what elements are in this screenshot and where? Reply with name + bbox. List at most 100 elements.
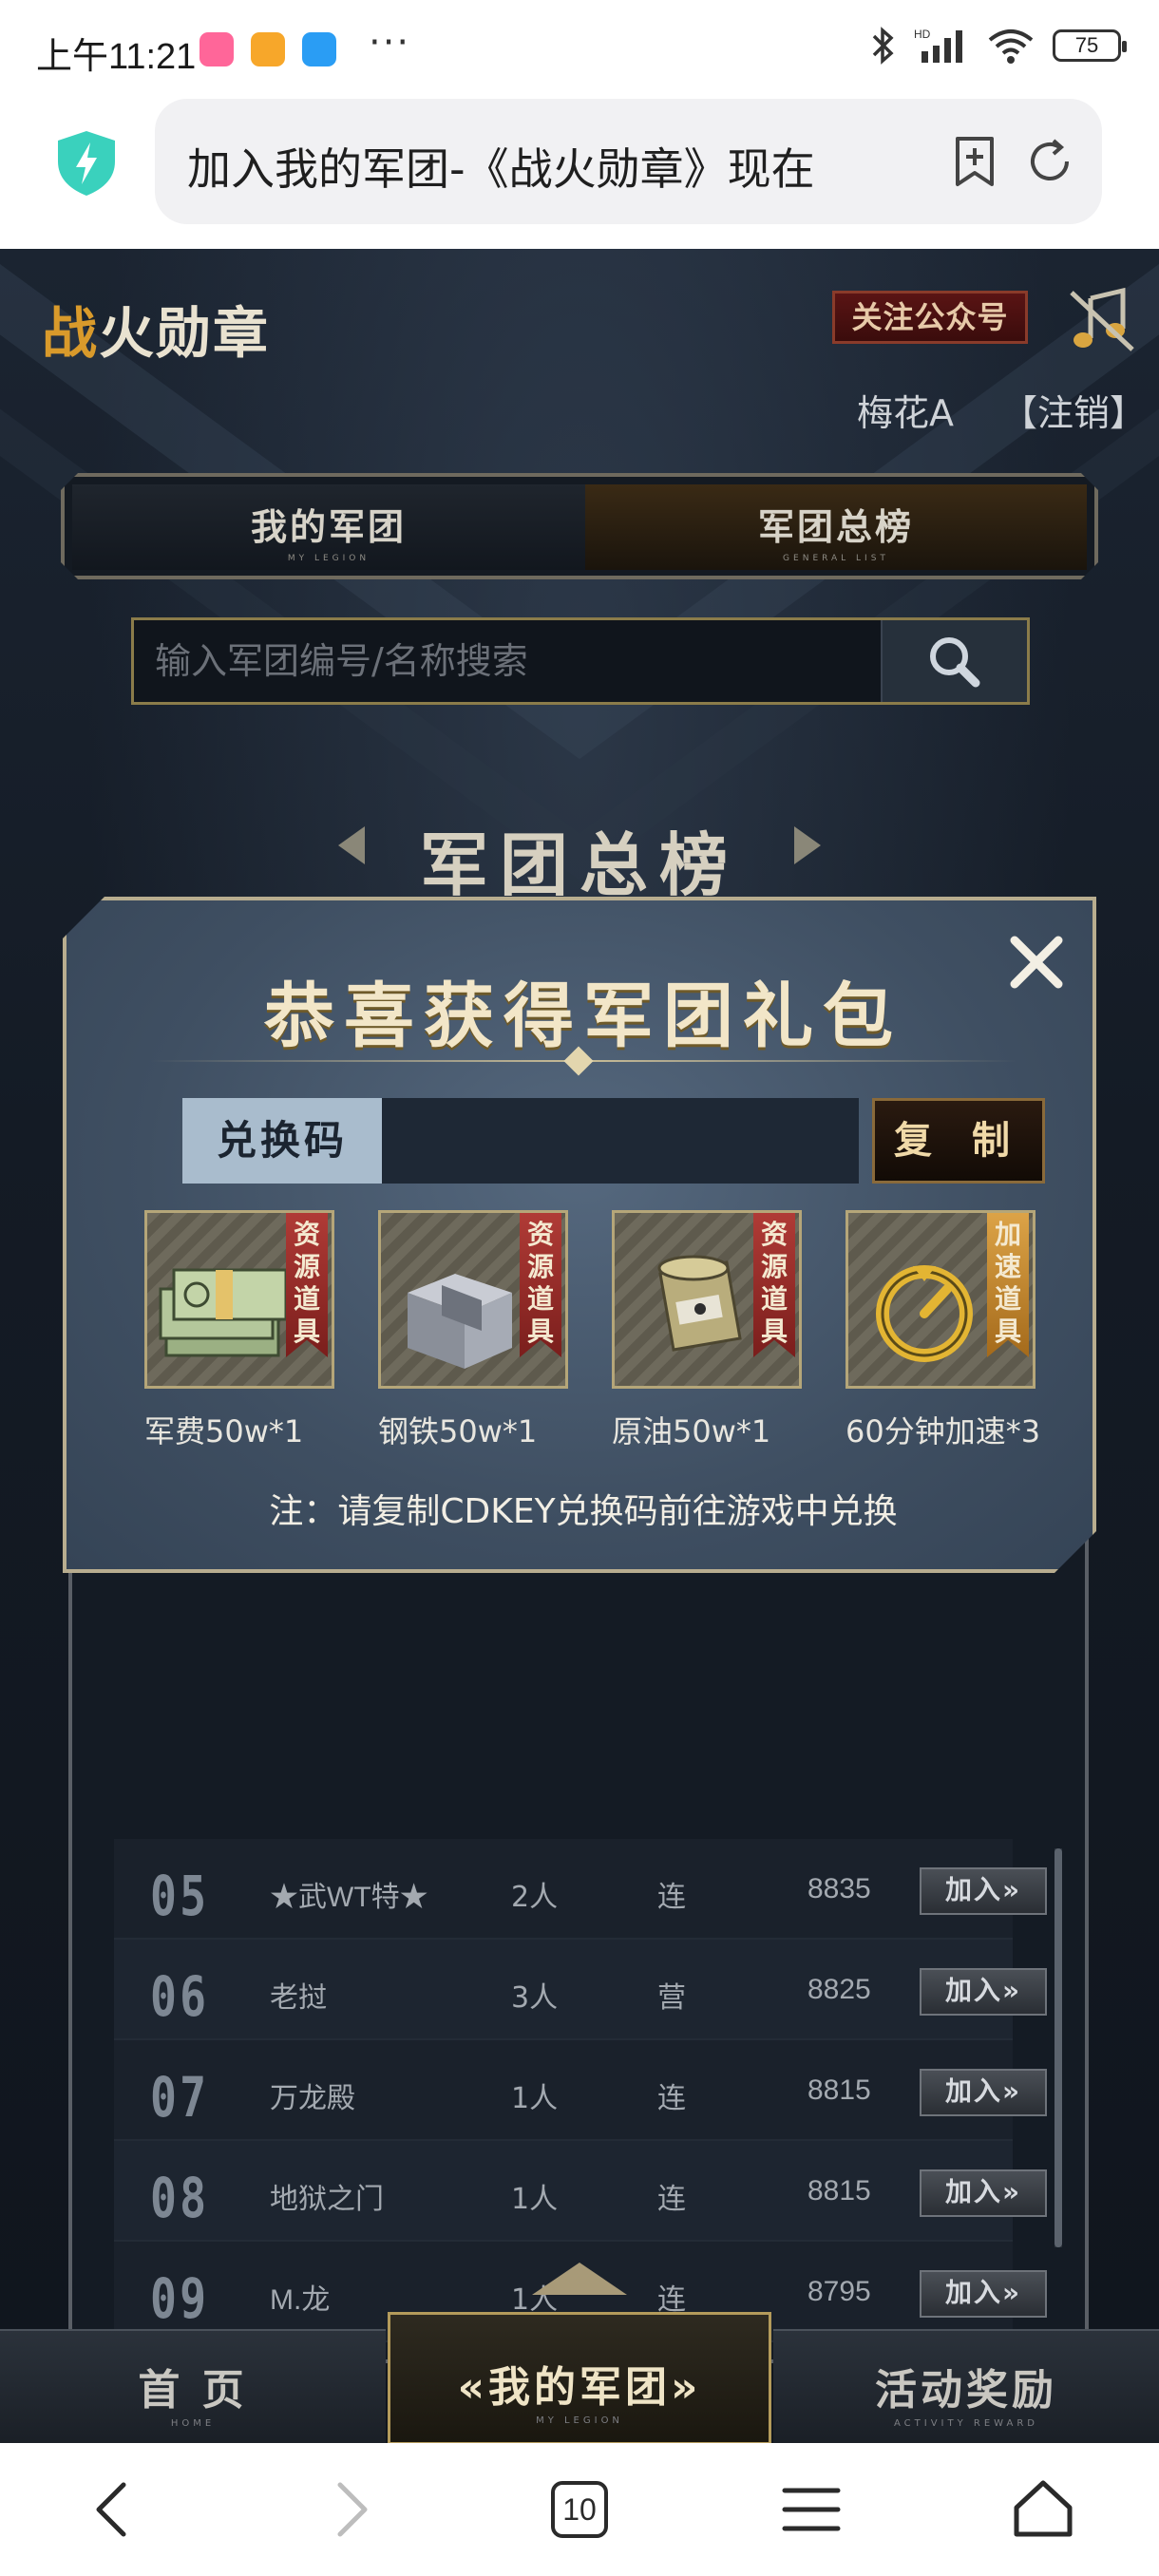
browser-address-bar: 加入我的军团-《战火勋章》现在 xyxy=(0,95,1159,249)
logout-link[interactable]: 【注销】 xyxy=(1001,384,1146,436)
nav-activity-reward-label: 活动奖励 xyxy=(875,2366,1057,2415)
reward-item-card: 加速道具 xyxy=(846,1210,1036,1389)
nav-my-legion-label: «我的军团» xyxy=(457,2363,702,2412)
notes-app-icon xyxy=(251,32,285,66)
logo-rest: 火勋章 xyxy=(99,301,271,366)
nav-home-sub: HOME xyxy=(170,2418,216,2429)
rank-number: 09 xyxy=(150,2266,210,2331)
legion-name: ★武WT特★ xyxy=(270,1882,428,1913)
menu-icon[interactable] xyxy=(773,2472,849,2548)
back-icon[interactable] xyxy=(76,2472,152,2548)
legion-tabs: 我的军团 MY LEGION 军团总榜 GENERAL LIST xyxy=(61,473,1098,579)
legion-score: 8795 xyxy=(808,2276,871,2307)
reward-items: 资源道具 军费50w*1 资源道具 钢铁50w*1 资源道具 原油50w*1 加… xyxy=(144,1210,1056,1457)
search-button[interactable] xyxy=(881,620,1027,702)
legion-search-input[interactable] xyxy=(134,620,881,702)
rank-number: 05 xyxy=(150,1864,210,1928)
svg-text:HD: HD xyxy=(914,28,931,41)
member-count: 1人 xyxy=(511,2082,559,2115)
forward-icon[interactable] xyxy=(312,2472,388,2548)
rank-number: 07 xyxy=(150,2065,210,2130)
reward-item: 资源道具 原油50w*1 xyxy=(612,1210,802,1451)
table-scrollbar[interactable] xyxy=(1054,1848,1062,2247)
nav-my-legion[interactable]: «我的军团» MY LEGION xyxy=(388,2312,771,2443)
follow-official-account-button[interactable]: 关注公众号 xyxy=(832,291,1028,344)
nav-activity-reward[interactable]: 活动奖励 ACTIVITY REWARD xyxy=(773,2329,1159,2443)
speedup-clock-icon xyxy=(856,1236,998,1378)
tab-my-legion-sub: MY LEGION xyxy=(287,554,370,563)
reward-item-card: 资源道具 xyxy=(378,1210,568,1389)
item-tag: 资源道具 xyxy=(753,1213,795,1357)
table-row: 08 地狱之门 1人 连 8815 加入» xyxy=(114,2141,1047,2242)
nav-my-legion-sub: MY LEGION xyxy=(536,2415,623,2426)
steel-block-icon xyxy=(389,1236,531,1378)
reward-item-name: 军费50w*1 xyxy=(144,1413,304,1449)
redeem-code-label: 兑换码 xyxy=(182,1098,382,1184)
section-title: 军团总榜 xyxy=(419,825,739,905)
bilibili-app-icon xyxy=(200,32,234,66)
section-right-arrow xyxy=(794,826,821,864)
tab-count: 10 xyxy=(551,2481,608,2538)
table-scrollbar-thumb[interactable] xyxy=(1054,1848,1062,2247)
battery-indicator: 75 xyxy=(1053,29,1127,62)
join-button[interactable]: 加入» xyxy=(920,1968,1047,2016)
ranking-table: 05 ★武WT特★ 2人 连 8835 加入» 06 老挝 3人 营 8825 … xyxy=(68,1531,1089,2363)
reward-item-card: 资源道具 xyxy=(144,1210,334,1389)
nav-activity-reward-sub: ACTIVITY REWARD xyxy=(894,2418,1038,2429)
legion-score: 8835 xyxy=(808,1873,871,1904)
add-bookmark-icon[interactable] xyxy=(946,133,1003,190)
gift-pack-modal: 恭喜获得军团礼包 兑换码 复 制 资源道具 军费50w*1 资源道具 钢铁50w… xyxy=(63,897,1096,1573)
more-notifications-icon: ··· xyxy=(369,21,411,65)
status-time: 上午11:21 xyxy=(36,37,197,77)
legion-name: M.龙 xyxy=(270,2284,331,2316)
music-muted-icon[interactable] xyxy=(1066,285,1138,355)
page-title[interactable]: 加入我的军团-《战火勋章》现在 xyxy=(187,135,909,192)
money-stack-icon xyxy=(155,1236,297,1378)
browser-toolbar: 10 xyxy=(0,2443,1159,2576)
signal-icon: HD xyxy=(914,28,962,63)
redeem-code-field[interactable] xyxy=(382,1098,859,1184)
join-button[interactable]: 加入» xyxy=(920,2270,1047,2318)
tab-general-list[interactable]: 军团总榜 GENERAL LIST xyxy=(585,484,1087,570)
join-button[interactable]: 加入» xyxy=(920,1867,1047,1915)
reward-item-name: 原油50w*1 xyxy=(612,1413,771,1449)
nav-home-label: 首 页 xyxy=(138,2366,248,2415)
url-field[interactable]: 加入我的军团-《战火勋章》现在 xyxy=(155,99,1102,224)
nav-home[interactable]: 首 页 HOME xyxy=(0,2329,386,2443)
legion-name: 地狱之门 xyxy=(270,2184,384,2215)
copy-button[interactable]: 复 制 xyxy=(872,1098,1045,1184)
tab-my-legion-label: 我的军团 xyxy=(250,506,407,548)
status-bar: 上午11:21 ··· HD 75 xyxy=(0,0,1159,95)
legion-score: 8815 xyxy=(808,2175,871,2207)
join-button[interactable]: 加入» xyxy=(920,2169,1047,2217)
tab-my-legion[interactable]: 我的军团 MY LEGION xyxy=(72,484,585,570)
reward-item-name: 60分钟加速*3 xyxy=(846,1413,1041,1449)
rank-number: 08 xyxy=(150,2166,210,2230)
table-row: 07 万龙殿 1人 连 8815 加入» xyxy=(114,2040,1047,2141)
join-button[interactable]: 加入» xyxy=(920,2069,1047,2116)
logo-first-char: 战 xyxy=(42,301,100,366)
tabs-button[interactable]: 10 xyxy=(551,2481,627,2557)
bluetooth-icon xyxy=(872,27,894,65)
home-icon[interactable] xyxy=(1005,2472,1081,2548)
user-name: 梅花A xyxy=(857,392,954,434)
legion-type: 连 xyxy=(657,2183,686,2216)
item-tag: 加速道具 xyxy=(987,1213,1029,1357)
legion-score: 8825 xyxy=(808,1974,871,2005)
reward-item: 加速道具 60分钟加速*3 xyxy=(846,1210,1036,1451)
ranking-rows: 05 ★武WT特★ 2人 连 8835 加入» 06 老挝 3人 营 8825 … xyxy=(114,1839,1047,2342)
tab-general-list-label: 军团总榜 xyxy=(757,506,914,548)
upload-app-icon xyxy=(302,32,336,66)
status-icons: HD 75 xyxy=(870,27,1127,65)
legion-score: 8815 xyxy=(808,2074,871,2106)
refresh-icon[interactable] xyxy=(1021,133,1078,190)
wifi-icon xyxy=(988,29,1034,64)
oil-barrel-icon xyxy=(622,1236,765,1378)
reward-item-card: 资源道具 xyxy=(612,1210,802,1389)
legion-type: 营 xyxy=(657,1981,686,2015)
reward-item: 资源道具 军费50w*1 xyxy=(144,1210,334,1451)
member-count: 3人 xyxy=(511,1981,559,2015)
item-tag: 资源道具 xyxy=(520,1213,561,1357)
security-shield-icon[interactable] xyxy=(55,129,118,198)
rank-number: 06 xyxy=(150,1964,210,2029)
